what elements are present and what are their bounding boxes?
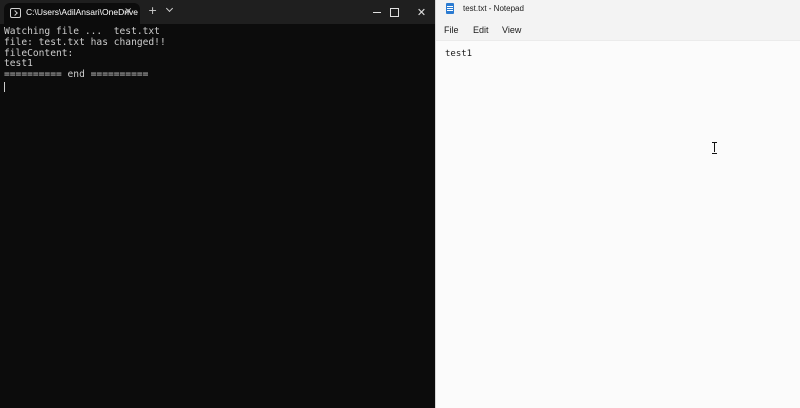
close-tab-icon[interactable]: × — [124, 7, 132, 17]
terminal-line: ========== end ========== — [4, 69, 149, 81]
notepad-editor[interactable]: test1 — [436, 41, 800, 408]
terminal-tab-title: C:\Users\AdilAnsari\OneDrive — [26, 7, 138, 17]
notepad-menubar: File Edit View — [436, 19, 800, 41]
menu-edit[interactable]: Edit — [473, 25, 489, 35]
notepad-window: test.txt - Notepad File Edit View test1 — [435, 0, 800, 408]
menu-view[interactable]: View — [502, 25, 521, 35]
chevron-down-icon[interactable] — [166, 6, 174, 14]
new-tab-button[interactable]: + — [148, 5, 157, 16]
terminal-prompt-line[interactable] — [4, 81, 432, 92]
terminal-output[interactable]: Watching file ... test.txt file: test.tx… — [4, 26, 432, 405]
menu-file[interactable]: File — [444, 25, 459, 35]
terminal-window: C:\Users\AdilAnsari\OneDrive × + ✕ Watch… — [0, 0, 435, 408]
maximize-button[interactable] — [381, 0, 408, 24]
terminal-line: fileContent: — [4, 47, 74, 59]
text-caret — [4, 81, 5, 92]
notepad-titlebar: test.txt - Notepad — [436, 0, 800, 19]
terminal-tab[interactable]: C:\Users\AdilAnsari\OneDrive — [4, 3, 140, 24]
terminal-titlebar: C:\Users\AdilAnsari\OneDrive × + ✕ — [0, 0, 435, 24]
terminal-icon — [10, 8, 21, 18]
text-cursor-icon — [712, 142, 717, 154]
notepad-window-title: test.txt - Notepad — [463, 4, 524, 13]
terminal-line: file: test.txt has changed!! — [4, 36, 166, 48]
notepad-content: test1 — [445, 49, 473, 59]
close-window-button[interactable]: ✕ — [408, 0, 435, 24]
notepad-icon — [446, 3, 454, 14]
